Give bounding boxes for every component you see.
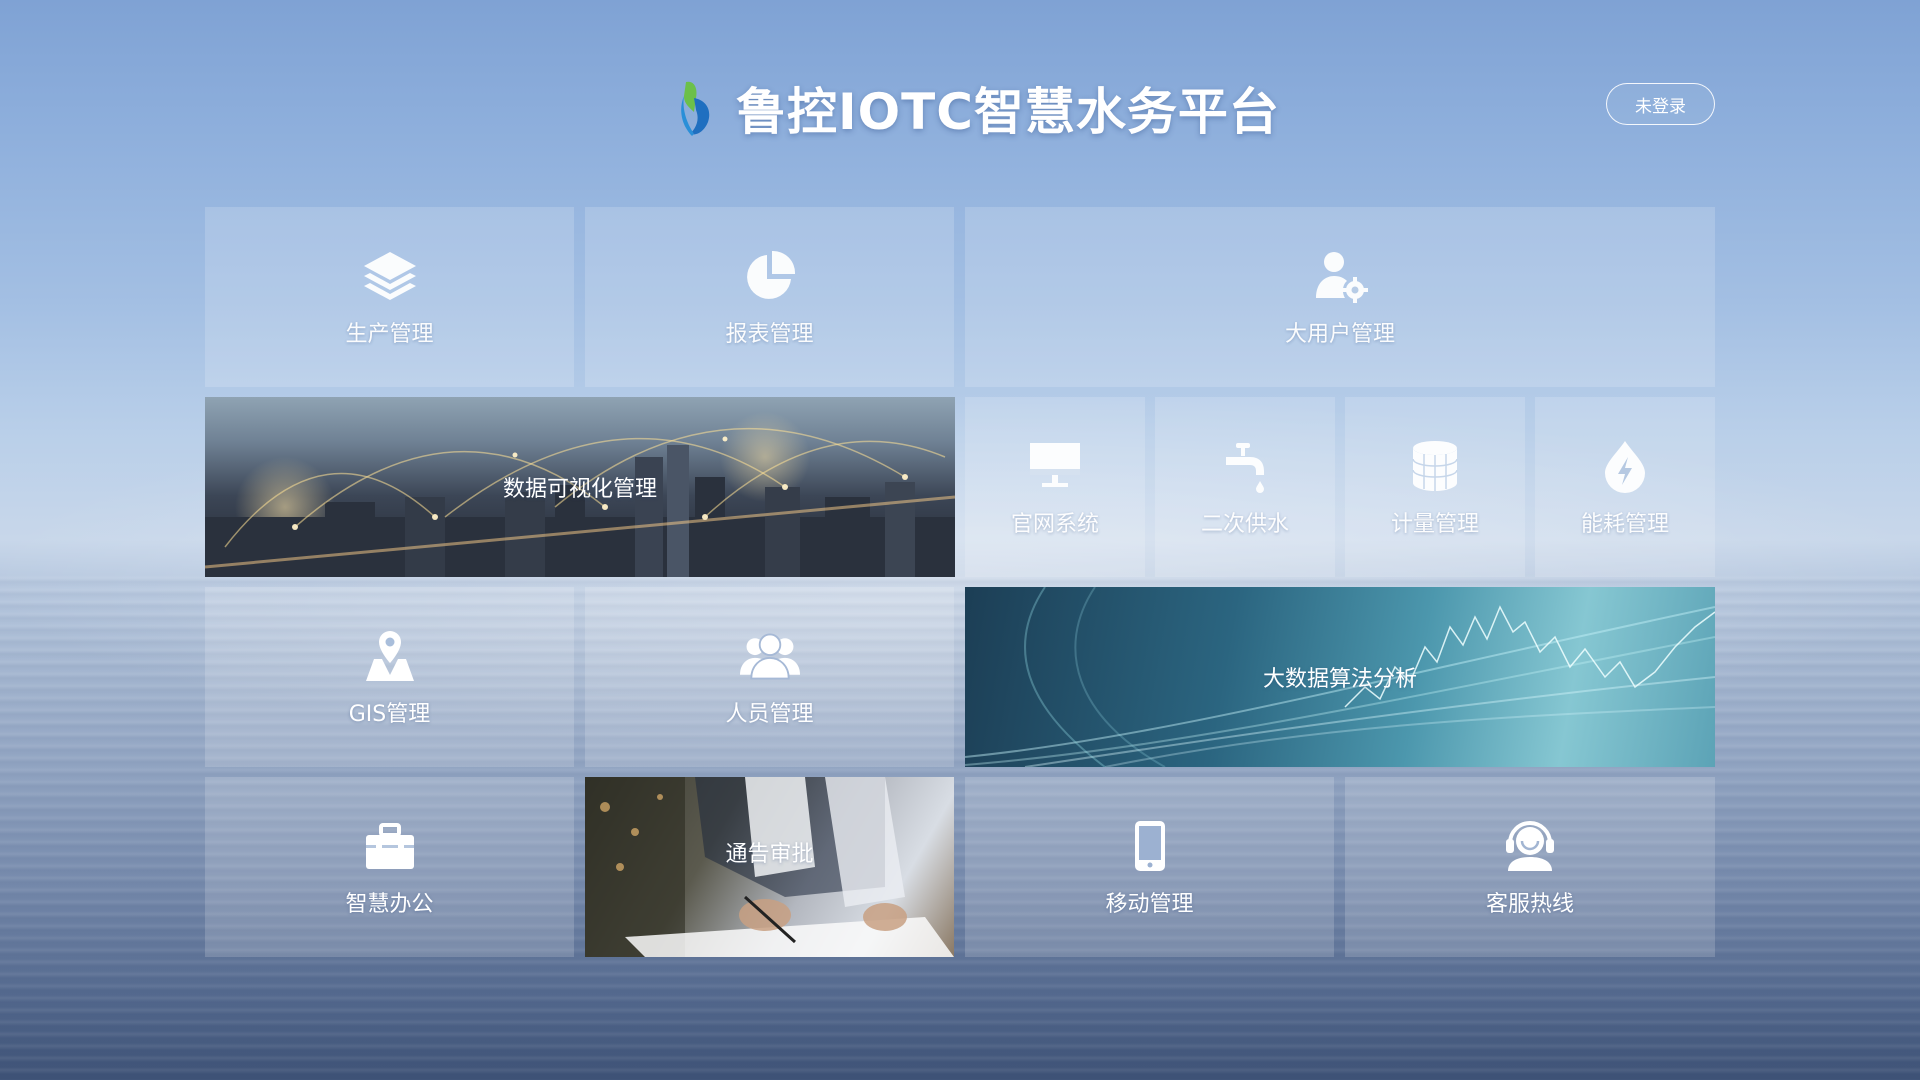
login-status-button[interactable]: 未登录	[1606, 83, 1715, 125]
tile-label: 智慧办公	[345, 892, 434, 917]
tile-label: 人员管理	[725, 702, 814, 727]
tile-label: 通告审批	[725, 842, 814, 867]
tile-label: 官网系统	[1010, 512, 1099, 537]
tile-personnel[interactable]: 人员管理	[585, 587, 954, 767]
tile-smart-office[interactable]: 智慧办公	[205, 777, 574, 957]
headset-icon	[1500, 816, 1560, 876]
tile-label: 计量管理	[1390, 512, 1479, 537]
user-settings-icon	[1310, 246, 1370, 306]
app-title: 鲁控IOTC智慧水务平台	[736, 83, 1280, 141]
tile-customer-service[interactable]: 客服热线	[1345, 777, 1715, 957]
tile-energy[interactable]: 能耗管理	[1535, 397, 1715, 577]
tile-gis[interactable]: GIS管理	[205, 587, 574, 767]
layers-icon	[360, 246, 420, 306]
faucet-icon	[1215, 436, 1275, 496]
tile-label: 移动管理	[1105, 892, 1194, 917]
tile-secondary-supply[interactable]: 二次供水	[1155, 397, 1335, 577]
tile-label: 大数据算法分析	[1262, 667, 1417, 692]
brand-logo-icon	[681, 81, 710, 136]
tile-production[interactable]: 生产管理	[205, 207, 574, 387]
database-icon	[1405, 436, 1465, 496]
tile-label: 报表管理	[725, 322, 814, 347]
tile-metering[interactable]: 计量管理	[1345, 397, 1525, 577]
monitor-icon	[1025, 436, 1085, 496]
tile-mobile[interactable]: 移动管理	[965, 777, 1334, 957]
tile-label: 客服热线	[1485, 892, 1574, 917]
header: 鲁控IOTC智慧水务平台 未登录	[0, 0, 1920, 200]
energy-drop-icon	[1595, 436, 1655, 496]
tile-label: 能耗管理	[1580, 512, 1669, 537]
tile-data-visualization[interactable]: 数据可视化管理	[205, 397, 955, 577]
tile-label: 二次供水	[1200, 512, 1289, 537]
users-icon	[739, 626, 800, 686]
mobile-phone-icon	[1120, 816, 1180, 876]
pie-chart-icon	[740, 246, 800, 306]
tile-label: GIS管理	[348, 702, 431, 727]
tile-label: 数据可视化管理	[502, 477, 657, 502]
tile-bigdata-analysis[interactable]: 大数据算法分析	[965, 587, 1715, 767]
tile-notice-approval[interactable]: 通告审批	[585, 777, 954, 957]
tile-label: 大用户管理	[1284, 322, 1395, 347]
briefcase-icon	[360, 816, 420, 876]
tile-major-users[interactable]: 大用户管理	[965, 207, 1715, 387]
tile-website[interactable]: 官网系统	[965, 397, 1145, 577]
brand: 鲁控IOTC智慧水务平台	[672, 72, 1280, 144]
tile-reports[interactable]: 报表管理	[585, 207, 954, 387]
map-pin-icon	[360, 626, 420, 686]
tile-label: 生产管理	[345, 322, 434, 347]
